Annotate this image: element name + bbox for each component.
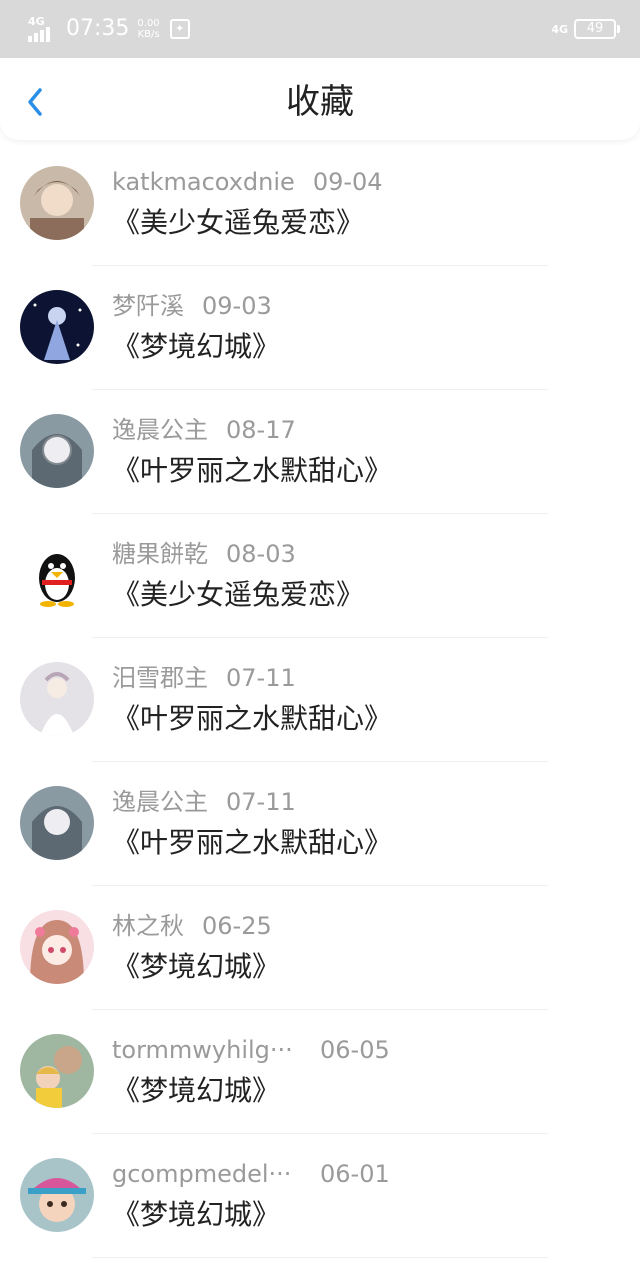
battery-level: 49: [586, 21, 604, 36]
date: 08-03: [226, 540, 296, 568]
user-name[interactable]: tormmwyhilg···: [112, 1035, 302, 1065]
network-type: 4G: [28, 15, 45, 28]
network-speed-value: 0.00: [137, 18, 160, 29]
user-name[interactable]: 逸晨公主: [112, 788, 208, 816]
favorite-title[interactable]: 《美少女遥兔爱恋》: [112, 204, 364, 242]
date: 09-04: [312, 168, 383, 196]
user-name[interactable]: 梦阡溪: [112, 292, 184, 320]
avatar[interactable]: [20, 1034, 94, 1108]
battery-icon: 49: [574, 19, 620, 39]
favorite-title[interactable]: 《梦境幻城》: [112, 328, 280, 366]
signal-icon: 4G: [28, 16, 58, 42]
list-item[interactable]: 逸晨公主 08-17 《叶罗丽之水默甜心》: [0, 390, 640, 514]
date: 07-11: [226, 788, 296, 816]
avatar[interactable]: [20, 786, 94, 860]
user-name[interactable]: katkmacoxdnie: [112, 168, 295, 196]
list-item[interactable]: 梦阡溪 09-03 《梦境幻城》: [0, 266, 640, 390]
user-name[interactable]: gcompmedel···: [112, 1159, 302, 1189]
clock: 07:35: [66, 16, 130, 41]
favorite-title[interactable]: 《梦境幻城》: [112, 948, 280, 986]
avatar[interactable]: [20, 1158, 94, 1232]
date: 09-03: [202, 292, 272, 320]
avatar[interactable]: [20, 166, 94, 240]
list-item[interactable]: 林之秋 06-25 《梦境幻城》: [0, 886, 640, 1010]
favorite-title[interactable]: 《梦境幻城》: [112, 1196, 280, 1234]
user-name[interactable]: 汨雪郡主: [112, 664, 208, 692]
avatar[interactable]: [20, 538, 94, 612]
network-type-right: 4G: [551, 22, 568, 36]
favorite-title[interactable]: 《美少女遥兔爱恋》: [112, 576, 364, 614]
favorites-list: katkmacoxdnie 09-04 《美少女遥兔爱恋》 梦阡溪 09-03 《梦…: [0, 142, 640, 1258]
nav-bar: 收藏: [0, 58, 640, 140]
avatar[interactable]: [20, 662, 94, 736]
list-item[interactable]: 汨雪郡主 07-11 《叶罗丽之水默甜心》: [0, 638, 640, 762]
network-speed: 0.00 KB/s: [137, 18, 159, 40]
avatar[interactable]: [20, 290, 94, 364]
avatar[interactable]: [20, 414, 94, 488]
notification-app-icon: ✦: [169, 19, 190, 39]
date: 06-01: [320, 1160, 390, 1188]
page-title: 收藏: [286, 82, 354, 122]
user-name[interactable]: 糖果餅乾: [112, 540, 208, 568]
date: 06-25: [202, 912, 272, 940]
favorite-title[interactable]: 《叶罗丽之水默甜心》: [112, 700, 392, 738]
divider: [92, 1257, 548, 1258]
favorite-title[interactable]: 《梦境幻城》: [112, 1072, 280, 1110]
list-item[interactable]: 逸晨公主 07-11 《叶罗丽之水默甜心》: [0, 762, 640, 886]
list-item[interactable]: katkmacoxdnie 09-04 《美少女遥兔爱恋》: [0, 142, 640, 266]
favorite-title[interactable]: 《叶罗丽之水默甜心》: [112, 824, 392, 862]
user-name[interactable]: 林之秋: [112, 912, 184, 940]
date: 08-17: [226, 416, 296, 444]
list-item[interactable]: 糖果餅乾 08-03 《美少女遥兔爱恋》: [0, 514, 640, 638]
favorite-title[interactable]: 《叶罗丽之水默甜心》: [112, 452, 392, 490]
user-name[interactable]: 逸晨公主: [112, 416, 208, 444]
status-right: 4G 49: [551, 14, 620, 44]
status-bar: 4G 07:35 0.00 KB/s ✦ 4G 49: [0, 0, 640, 58]
date: 07-11: [226, 664, 296, 692]
date: 06-05: [320, 1036, 390, 1064]
list-item[interactable]: gcompmedel··· 06-01 《梦境幻城》: [0, 1134, 640, 1258]
avatar[interactable]: [20, 910, 94, 984]
list-item[interactable]: tormmwyhilg··· 06-05 《梦境幻城》: [0, 1010, 640, 1134]
network-speed-unit: KB/s: [137, 29, 160, 40]
status-left: 4G 07:35 0.00 KB/s ✦: [28, 12, 190, 46]
